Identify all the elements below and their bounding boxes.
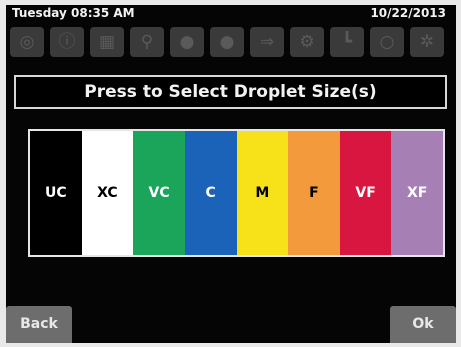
page-title: Press to Select Droplet Size(s) [14, 75, 447, 109]
tire-icon[interactable]: ◎ [10, 27, 44, 57]
droplet-label: XF [407, 185, 428, 201]
valve-icon[interactable]: ┗ [330, 27, 364, 57]
toolbar-icons: ◎ ⓘ ▦ ⚲ ● ● ⇒ ⚙ ┗ ○ ✲ [10, 27, 454, 57]
status-time: Tuesday 08:35 AM [12, 6, 135, 20]
warning-icon[interactable]: ⓘ [50, 27, 84, 57]
display-screen: Tuesday 08:35 AM 10/22/2013 ◎ ⓘ ▦ ⚲ ● ● ⇒ ⚙ ┗ ○ ✲ … [6, 5, 456, 343]
calibration-icon[interactable]: ▦ [90, 27, 124, 57]
flow-icon[interactable]: ● [210, 27, 244, 57]
droplet-label: UC [44, 185, 67, 201]
pump-icon[interactable]: ● [170, 27, 204, 57]
nozzle-icon[interactable]: ○ [370, 27, 404, 57]
tank-icon[interactable]: ⚲ [130, 27, 164, 57]
droplet-label: M [255, 185, 270, 201]
droplet-vf-button[interactable]: VF [339, 131, 392, 255]
droplet-xc-button[interactable]: XC [81, 131, 134, 255]
droplet-label: VC [148, 185, 170, 201]
settings-icon[interactable]: ⚙ [290, 27, 324, 57]
status-bar: Tuesday 08:35 AM 10/22/2013 [6, 5, 456, 22]
droplet-vc-button[interactable]: VC [133, 131, 185, 255]
droplet-f-button[interactable]: F [288, 131, 340, 255]
droplet-label: C [205, 185, 216, 201]
droplet-uc-button[interactable]: UC [30, 131, 82, 255]
gear-icon[interactable]: ✲ [410, 27, 444, 57]
ok-button[interactable]: Ok [390, 306, 456, 343]
droplet-m-button[interactable]: M [236, 131, 289, 255]
boom-icon[interactable]: ⇒ [250, 27, 284, 57]
droplet-label: VF [355, 185, 376, 201]
droplet-size-selector: UC XC VC C M F VF XF [28, 129, 445, 257]
droplet-xf-button[interactable]: XF [391, 131, 443, 255]
status-date: 10/22/2013 [370, 6, 446, 20]
droplet-label: F [309, 185, 319, 201]
back-button[interactable]: Back [6, 306, 72, 343]
droplet-c-button[interactable]: C [184, 131, 237, 255]
droplet-label: XC [97, 185, 118, 201]
